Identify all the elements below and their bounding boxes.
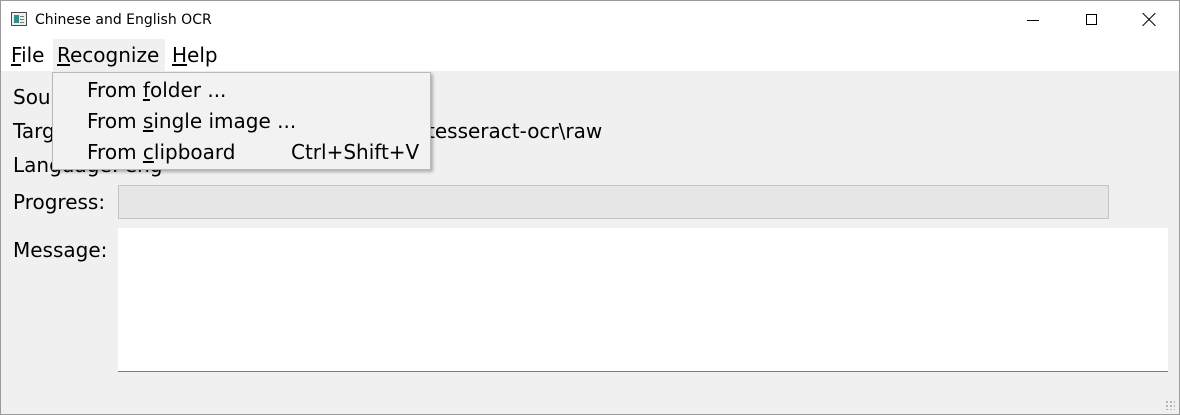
app-window: Chinese and English OCR File Recognize H… bbox=[0, 0, 1180, 415]
menu-recognize[interactable]: Recognize bbox=[53, 39, 165, 71]
window-title: Chinese and English OCR bbox=[35, 12, 212, 28]
menu-icon-gutter bbox=[53, 73, 81, 169]
menu-item-mnemonic: c bbox=[142, 140, 154, 164]
title-bar[interactable]: Chinese and English OCR bbox=[1, 1, 1179, 39]
menu-item-suffix: ingle image ... bbox=[153, 109, 297, 133]
target-value: tesseract-ocr\raw bbox=[427, 119, 603, 143]
menu-file[interactable]: File bbox=[7, 39, 51, 71]
progress-label: Progress: bbox=[13, 190, 106, 214]
menu-item-shortcut: Ctrl+Shift+V bbox=[291, 140, 420, 164]
source-label: Sou bbox=[13, 85, 51, 109]
menu-item-from-clipboard[interactable]: From clipboard Ctrl+Shift+V bbox=[87, 137, 427, 167]
menu-item-mnemonic: s bbox=[142, 109, 154, 133]
close-button[interactable] bbox=[1120, 1, 1178, 39]
minimize-button[interactable] bbox=[1004, 1, 1062, 39]
message-textbox[interactable] bbox=[118, 228, 1168, 372]
menu-help-mnemonic: H bbox=[172, 43, 188, 67]
menu-item-from-folder[interactable]: From folder ... bbox=[87, 75, 427, 105]
menu-item-prefix: From bbox=[87, 109, 143, 133]
menu-item-suffix: lipboard bbox=[153, 140, 236, 164]
progress-bar bbox=[118, 185, 1109, 219]
minimize-icon bbox=[1027, 20, 1039, 21]
menu-file-label: ile bbox=[21, 43, 45, 67]
menu-item-from-single-image[interactable]: From single image ... bbox=[87, 106, 427, 136]
menu-item-prefix: From bbox=[87, 140, 143, 164]
menu-item-mnemonic: f bbox=[142, 78, 150, 102]
menu-help[interactable]: Help bbox=[168, 39, 224, 71]
app-icon bbox=[11, 12, 27, 26]
maximize-button[interactable] bbox=[1062, 1, 1120, 39]
menu-item-prefix: From bbox=[87, 78, 143, 102]
maximize-icon bbox=[1086, 14, 1097, 25]
close-icon bbox=[1142, 13, 1156, 27]
message-label: Message: bbox=[13, 238, 108, 262]
menu-recognize-label: ecognize bbox=[70, 43, 160, 67]
resize-grip[interactable] bbox=[1165, 400, 1175, 410]
target-label: Targ bbox=[13, 119, 55, 143]
menu-recognize-mnemonic: R bbox=[57, 43, 70, 67]
menu-file-mnemonic: F bbox=[11, 43, 22, 67]
menu-bar: File Recognize Help bbox=[1, 39, 1179, 71]
menu-help-label: elp bbox=[187, 43, 218, 67]
recognize-dropdown-menu: From folder ... From single image ... Fr… bbox=[52, 72, 431, 170]
menu-item-suffix: older ... bbox=[149, 78, 227, 102]
